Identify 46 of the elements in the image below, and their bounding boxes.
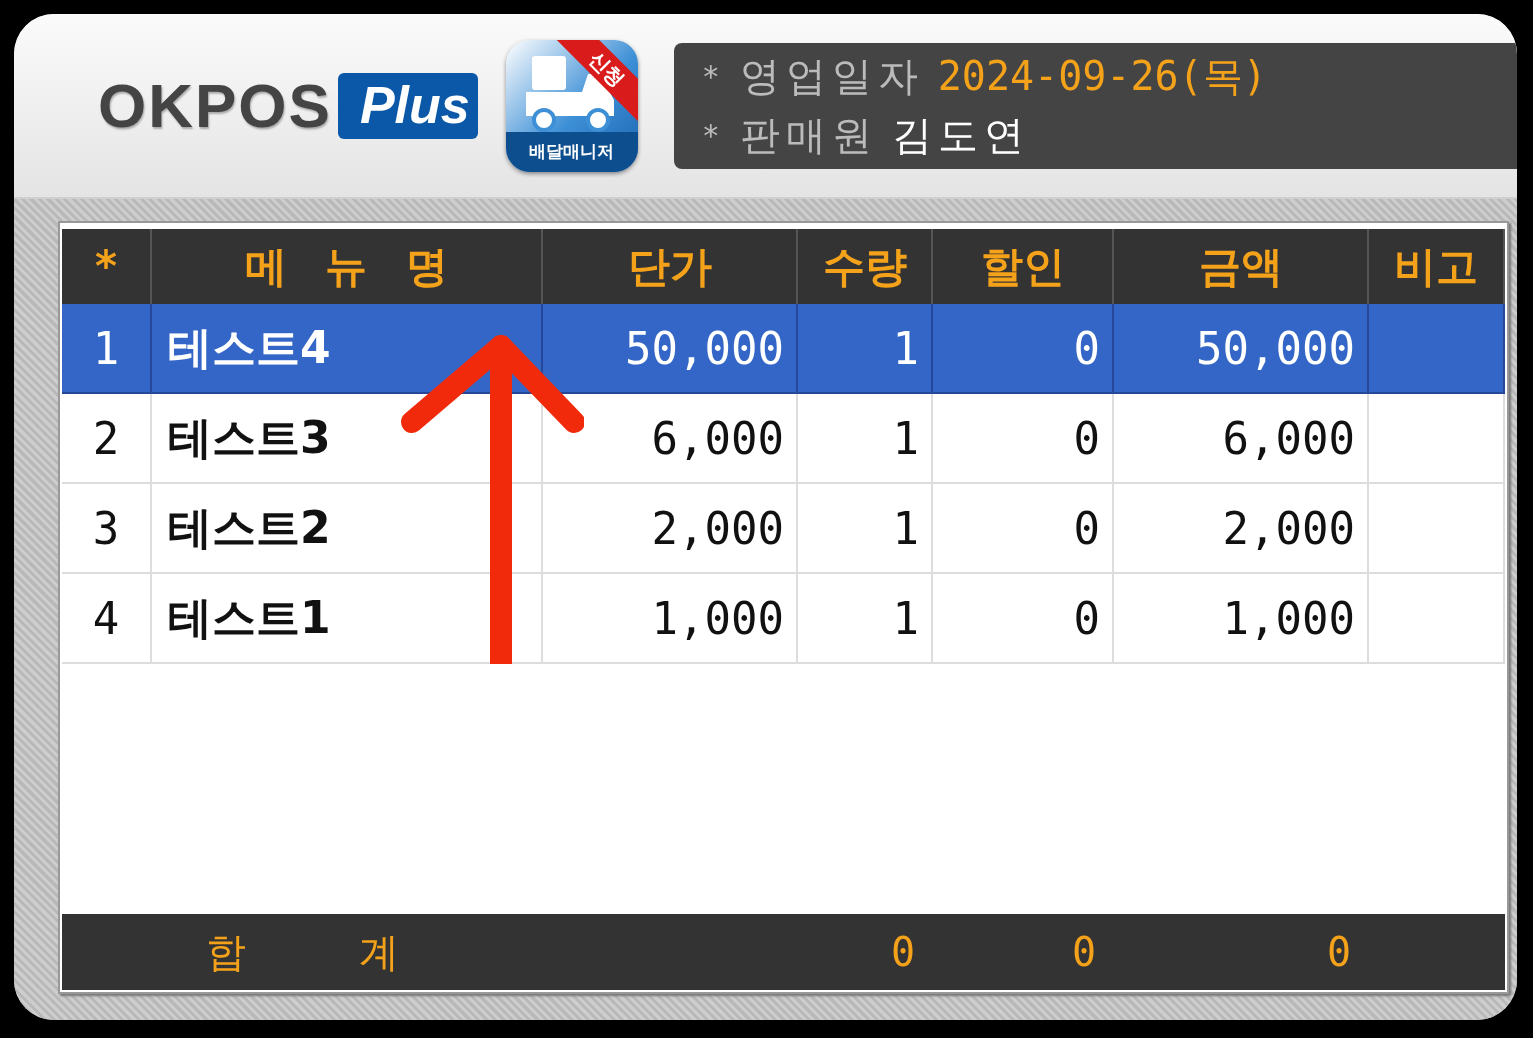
bullet-mark: * bbox=[701, 58, 721, 94]
table-cell[interactable] bbox=[1369, 304, 1505, 394]
column-header: 금액 bbox=[1114, 229, 1369, 304]
table-cell[interactable]: 1 bbox=[62, 304, 152, 394]
table-cell[interactable]: 1 bbox=[798, 394, 933, 484]
logo-text: OKPOS bbox=[98, 70, 332, 141]
total-amount: 0 bbox=[1325, 929, 1352, 975]
table-cell[interactable]: 테스트3 bbox=[152, 394, 543, 484]
info-value: 김도연 bbox=[891, 110, 1030, 160]
column-header: 단가 bbox=[543, 229, 798, 304]
column-header: * bbox=[62, 229, 152, 304]
column-header: 비고 bbox=[1369, 229, 1505, 304]
table-cell[interactable]: 0 bbox=[933, 484, 1114, 574]
table-cell[interactable]: 6,000 bbox=[543, 394, 798, 484]
table-cell[interactable]: 1,000 bbox=[543, 574, 798, 664]
total-discount: 0 bbox=[1070, 929, 1097, 975]
table-cell[interactable]: 0 bbox=[933, 574, 1114, 664]
info-label: 영업일자 bbox=[739, 51, 924, 101]
total-qty: 0 bbox=[889, 929, 916, 975]
table-cell[interactable]: 테스트4 bbox=[152, 304, 543, 394]
table-cell[interactable]: 6,000 bbox=[1114, 394, 1369, 484]
column-header: 수량 bbox=[798, 229, 933, 304]
bullet-mark: * bbox=[701, 117, 721, 153]
table-cell[interactable]: 테스트2 bbox=[152, 484, 543, 574]
totals-label: 합 계 bbox=[205, 927, 400, 977]
plus-badge: Plus bbox=[337, 72, 478, 139]
app-label: 배달매니저 bbox=[505, 131, 638, 172]
table-cell[interactable]: 4 bbox=[62, 574, 152, 664]
table-cell[interactable]: 3 bbox=[62, 484, 152, 574]
table-cell[interactable]: 1 bbox=[798, 304, 933, 394]
table-cell[interactable]: 0 bbox=[933, 304, 1114, 394]
table-cell[interactable]: 1,000 bbox=[1114, 574, 1369, 664]
info-value: 2024-09-26(목) bbox=[937, 51, 1267, 101]
table-cell[interactable]: 1 bbox=[798, 574, 933, 664]
table-cell[interactable]: 1 bbox=[798, 484, 933, 574]
column-header: 메 뉴 명 bbox=[152, 229, 543, 304]
table-cell[interactable]: 2,000 bbox=[1114, 484, 1369, 574]
info-label: 판매원 bbox=[739, 110, 878, 160]
table-cell[interactable]: 50,000 bbox=[1114, 304, 1369, 394]
table-cell[interactable]: 2 bbox=[62, 394, 152, 484]
column-header: 할인 bbox=[933, 229, 1114, 304]
app-icon[interactable]: 신청 배달매니저 bbox=[505, 39, 638, 172]
table-cell[interactable]: 2,000 bbox=[543, 484, 798, 574]
table-cell[interactable]: 0 bbox=[933, 394, 1114, 484]
table-cell[interactable]: 50,000 bbox=[543, 304, 798, 394]
table-cell[interactable]: 테스트1 bbox=[152, 574, 543, 664]
